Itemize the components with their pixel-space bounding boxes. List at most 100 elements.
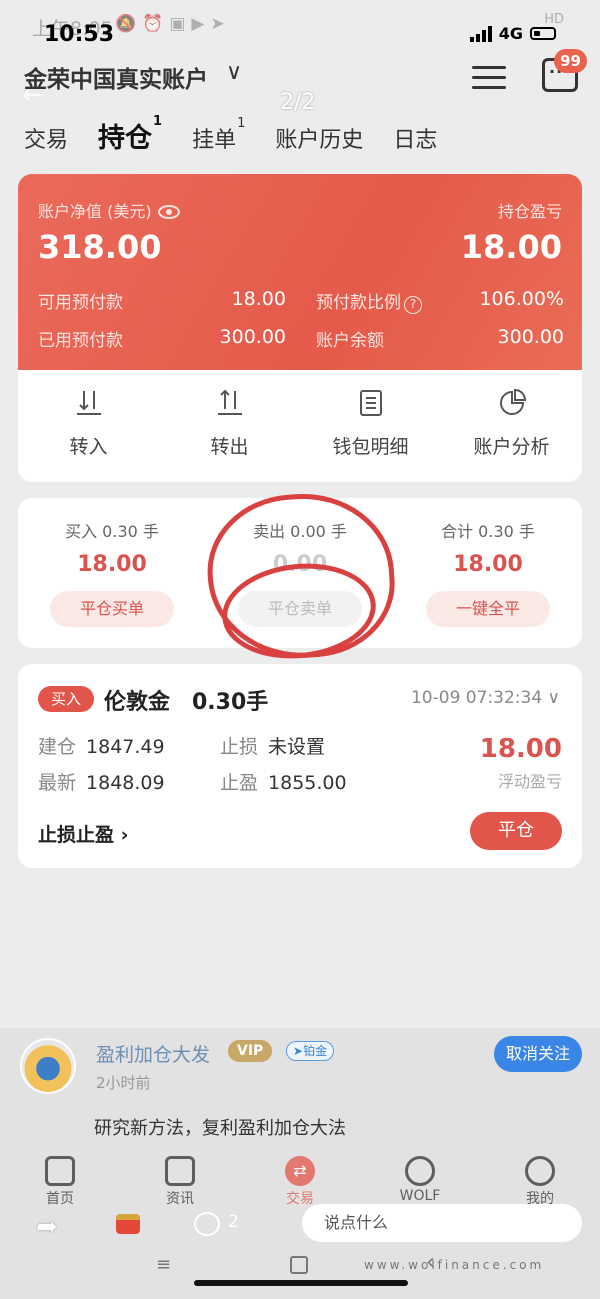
ghost-notification-icons: 🔕⏰▣▶➤ [115, 14, 231, 34]
nav-trade[interactable]: ⇄ 交易 [240, 1156, 360, 1208]
tab-label: 挂单 [192, 128, 237, 153]
transfer-out-icon [217, 389, 242, 415]
float-pnl-label: 持仓盈亏 [497, 202, 562, 221]
message-icon[interactable]: 99 [542, 49, 587, 92]
help-icon[interactable]: ? [404, 296, 422, 314]
post-time: 2小时前 [96, 1074, 151, 1092]
available-margin-label: 可用预付款 [38, 293, 123, 313]
wallet-detail-button[interactable]: 钱包明细 [300, 384, 441, 459]
share-icon[interactable]: ➦ [36, 1212, 58, 1242]
used-margin-label: 已用预付款 [38, 331, 123, 351]
home-square-icon[interactable] [290, 1256, 308, 1274]
trade-icon: ⇄ [285, 1156, 315, 1186]
take-profit-value: 1855.00 [268, 772, 347, 794]
latest-price-row: 最新 1848.09 [38, 768, 165, 795]
action-label: 转出 [210, 436, 249, 458]
tab-log[interactable]: 日志 [393, 122, 437, 154]
close-buy-button[interactable]: 平仓买单 [50, 591, 174, 627]
nav-home[interactable]: 首页 [0, 1156, 120, 1208]
net-value: 318.00 [38, 228, 162, 266]
nav-wolf[interactable]: WOLF [360, 1156, 480, 1208]
position-order-card[interactable]: 买入 伦敦金 0.30手 10-09 07:32:34 ∨ 建仓 1847.49 … [18, 664, 582, 868]
symbol-name: 伦敦金 [104, 690, 171, 715]
tab-account-history[interactable]: 账户历史 [275, 122, 363, 154]
gift-icon[interactable] [116, 1214, 140, 1234]
take-profit-row: 止盈 1855.00 [220, 768, 347, 795]
total-summary: 合计 0.30 手 18.00 一键全平 [394, 518, 582, 627]
header: ← 金荣中国真实账户 ∨ 2/2 99 [22, 49, 587, 115]
account-actions: 转入 转出 钱包明细 账户分析 [18, 384, 582, 459]
tab-count: 1 [153, 114, 163, 129]
available-margin-value: 18.00 [231, 288, 286, 310]
floating-pnl: 18.00 [479, 734, 562, 764]
unfollow-button[interactable]: 取消关注 [494, 1036, 582, 1072]
latest-price-label: 最新 [38, 772, 77, 794]
menu-list-icon[interactable] [472, 60, 506, 94]
status-icons: 4G [469, 24, 556, 43]
account-summary-panel: 账户净值 (美元) 持仓盈亏 318.00 18.00 可用预付款 18.00 … [18, 174, 582, 370]
total-pnl: 18.00 [453, 552, 523, 577]
clock: 10:53 [44, 22, 115, 47]
account-selector[interactable]: 金荣中国真实账户 [24, 60, 208, 94]
tab-pending-orders[interactable]: 挂单1 [192, 116, 245, 154]
action-label: 转入 [69, 436, 108, 458]
pie-chart-icon [499, 388, 526, 415]
status-bar: 上午8:05 🔕⏰▣▶➤ 10:53 HD 4G [0, 0, 600, 56]
open-price-value: 1847.49 [86, 736, 165, 758]
post-username[interactable]: 盈利加仓大发 [96, 1040, 210, 1067]
sl-tp-link[interactable]: 止损止盈 › [38, 820, 128, 847]
tab-positions[interactable]: 持仓1 [98, 114, 163, 155]
nav-news[interactable]: 资讯 [120, 1156, 240, 1208]
transfer-out-button[interactable]: 转出 [159, 384, 300, 459]
comment-input[interactable]: 说点什么 [302, 1204, 582, 1242]
rocket-icon: ➤ [293, 1044, 304, 1058]
balance-label: 账户余额 [316, 331, 384, 351]
used-margin-value: 300.00 [219, 326, 286, 348]
tab-label: 日志 [393, 128, 438, 153]
margin-ratio-value: 106.00% [479, 288, 564, 310]
float-pnl-value: 18.00 [460, 228, 562, 266]
order-lots: 0.30手 [192, 690, 269, 715]
take-profit-label: 止盈 [220, 772, 259, 794]
post-text: 研究新方法，复利盈利加仓大法 [94, 1118, 346, 1139]
comment-count: 2 [228, 1212, 239, 1232]
available-margin-row: 可用预付款 18.00 [38, 288, 286, 313]
net-value-label: 账户净值 (美元) [38, 198, 180, 222]
battery-icon [530, 27, 556, 40]
message-badge: 99 [554, 49, 587, 73]
page-indicator: 2/2 [280, 90, 316, 115]
avatar[interactable] [20, 1038, 76, 1094]
eye-icon[interactable] [157, 205, 180, 219]
close-position-button[interactable]: 平仓 [470, 812, 562, 850]
used-margin-row: 已用预付款 300.00 [38, 326, 286, 351]
network-label: 4G [498, 24, 523, 43]
stop-loss-label: 止损 [220, 736, 259, 758]
chevron-down-icon[interactable]: ∨ [226, 60, 242, 85]
home-indicator[interactable] [194, 1280, 408, 1286]
buy-tag: 买入 [38, 686, 94, 712]
tab-trade[interactable]: 交易 [24, 122, 68, 154]
account-summary-card: 账户净值 (美元) 持仓盈亏 318.00 18.00 可用预付款 18.00 … [18, 174, 582, 482]
buy-pnl: 18.00 [77, 552, 147, 577]
nav-mine[interactable]: 我的 [480, 1156, 600, 1208]
nav-label: 首页 [46, 1191, 74, 1207]
open-price-row: 建仓 1847.49 [38, 732, 165, 759]
floating-pnl-label: 浮动盈亏 [497, 772, 562, 791]
order-time[interactable]: 10-09 07:32:34 ∨ [411, 688, 560, 708]
transfer-in-button[interactable]: 转入 [18, 384, 159, 459]
signal-icon [469, 25, 492, 42]
back-arrow-icon[interactable]: ‹ [426, 1250, 435, 1275]
close-all-button[interactable]: 一键全平 [426, 591, 550, 627]
chevron-right-icon: › [120, 824, 129, 846]
bottom-nav: 首页 资讯 ⇄ 交易 WOLF 我的 [0, 1156, 600, 1208]
wolf-icon [405, 1156, 435, 1186]
balance-value: 300.00 [497, 326, 564, 348]
latest-price-value: 1848.09 [86, 772, 165, 794]
level-badge: ➤铂金 [286, 1041, 335, 1061]
home-icon [45, 1156, 75, 1186]
recent-apps-icon[interactable]: ≡ [156, 1254, 171, 1275]
buy-summary: 买入 0.30 手 18.00 平仓买单 [18, 518, 206, 627]
comment-icon[interactable] [194, 1212, 220, 1236]
account-analysis-button[interactable]: 账户分析 [441, 384, 582, 459]
vip-badge: VIP [228, 1040, 273, 1062]
